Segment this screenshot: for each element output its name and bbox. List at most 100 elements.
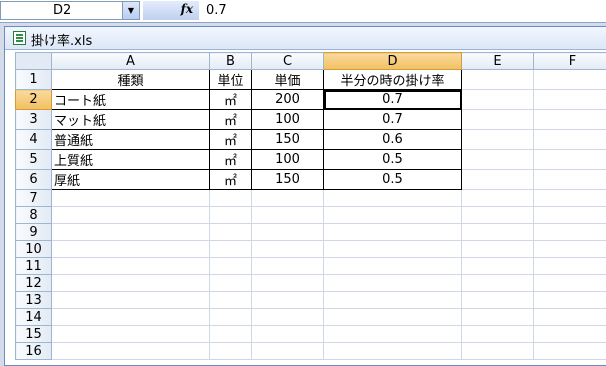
- cell[interactable]: [324, 190, 462, 207]
- cell[interactable]: [534, 190, 606, 207]
- cell-b6[interactable]: ㎡: [210, 170, 252, 190]
- cell[interactable]: [462, 190, 534, 207]
- cell-c5[interactable]: 100: [252, 150, 324, 170]
- cell[interactable]: [252, 258, 324, 275]
- formula-input[interactable]: 0.7: [206, 3, 227, 18]
- cell[interactable]: [52, 309, 210, 326]
- column-header-d[interactable]: D: [324, 53, 462, 70]
- cell[interactable]: [210, 309, 252, 326]
- cell[interactable]: [462, 275, 534, 292]
- cell-e6[interactable]: [462, 170, 534, 190]
- column-header-c[interactable]: C: [252, 53, 324, 70]
- cell[interactable]: [534, 275, 606, 292]
- row-header[interactable]: 1: [16, 70, 52, 90]
- cell-f3[interactable]: [534, 110, 606, 130]
- cell[interactable]: [324, 343, 462, 360]
- cell[interactable]: [534, 258, 606, 275]
- cell[interactable]: [462, 309, 534, 326]
- cell-e5[interactable]: [462, 150, 534, 170]
- cell[interactable]: [210, 207, 252, 224]
- cell[interactable]: [252, 207, 324, 224]
- cell[interactable]: [210, 275, 252, 292]
- cell[interactable]: [52, 224, 210, 241]
- cell[interactable]: [52, 343, 210, 360]
- cell-f4[interactable]: [534, 130, 606, 150]
- cell[interactable]: [52, 190, 210, 207]
- cell-b1[interactable]: 単位: [210, 70, 252, 90]
- cell-e3[interactable]: [462, 110, 534, 130]
- cell[interactable]: [210, 224, 252, 241]
- row-header[interactable]: 6: [16, 170, 52, 190]
- cell[interactable]: [462, 343, 534, 360]
- column-header-e[interactable]: E: [462, 53, 534, 70]
- cell[interactable]: [252, 326, 324, 343]
- cell-d2-active[interactable]: 0.7: [324, 90, 462, 110]
- row-header[interactable]: 5: [16, 150, 52, 170]
- cell-e4[interactable]: [462, 130, 534, 150]
- column-header-f[interactable]: F: [534, 53, 606, 70]
- chevron-down-icon[interactable]: ▼: [122, 2, 139, 19]
- cell[interactable]: [210, 326, 252, 343]
- cell[interactable]: [462, 326, 534, 343]
- cell[interactable]: [534, 224, 606, 241]
- cell-c3[interactable]: 100: [252, 110, 324, 130]
- cell[interactable]: [534, 343, 606, 360]
- cell-c1[interactable]: 単価: [252, 70, 324, 90]
- cell[interactable]: [52, 275, 210, 292]
- cell[interactable]: [462, 241, 534, 258]
- cell-d4[interactable]: 0.6: [324, 130, 462, 150]
- cell-d6[interactable]: 0.5: [324, 170, 462, 190]
- cell[interactable]: [324, 224, 462, 241]
- cell[interactable]: [210, 343, 252, 360]
- cell-d1[interactable]: 半分の時の掛け率: [324, 70, 462, 90]
- cell-a1[interactable]: 種類: [52, 70, 210, 90]
- cell[interactable]: [534, 292, 606, 309]
- cell-a6[interactable]: 厚紙: [52, 170, 210, 190]
- cell[interactable]: [210, 292, 252, 309]
- cell-b2[interactable]: ㎡: [210, 90, 252, 110]
- cell-b4[interactable]: ㎡: [210, 130, 252, 150]
- row-header[interactable]: 7: [16, 190, 52, 207]
- cell[interactable]: [52, 207, 210, 224]
- cell-b5[interactable]: ㎡: [210, 150, 252, 170]
- cell[interactable]: [324, 326, 462, 343]
- cell[interactable]: [534, 326, 606, 343]
- row-header[interactable]: 10: [16, 241, 52, 258]
- cell[interactable]: [462, 292, 534, 309]
- cell-f6[interactable]: [534, 170, 606, 190]
- cell-a5[interactable]: 上質紙: [52, 150, 210, 170]
- row-header[interactable]: 13: [16, 292, 52, 309]
- row-header[interactable]: 15: [16, 326, 52, 343]
- cell[interactable]: [52, 258, 210, 275]
- cell-e2[interactable]: [462, 90, 534, 110]
- cell-a2[interactable]: コート紙: [52, 90, 210, 110]
- cell-c4[interactable]: 150: [252, 130, 324, 150]
- insert-function-button[interactable]: fx: [143, 1, 199, 20]
- cell[interactable]: [210, 241, 252, 258]
- cell[interactable]: [324, 241, 462, 258]
- cell[interactable]: [252, 292, 324, 309]
- cell[interactable]: [252, 343, 324, 360]
- cell-f1[interactable]: [534, 70, 606, 90]
- cell[interactable]: [534, 241, 606, 258]
- row-header[interactable]: 2: [16, 90, 52, 110]
- column-header-b[interactable]: B: [210, 53, 252, 70]
- cell-e1[interactable]: [462, 70, 534, 90]
- cell[interactable]: [252, 275, 324, 292]
- cell[interactable]: [52, 292, 210, 309]
- row-header[interactable]: 16: [16, 343, 52, 360]
- row-header[interactable]: 3: [16, 110, 52, 130]
- column-header-a[interactable]: A: [52, 53, 210, 70]
- cell-d3[interactable]: 0.7: [324, 110, 462, 130]
- cell-d5[interactable]: 0.5: [324, 150, 462, 170]
- select-all-corner[interactable]: [16, 53, 52, 70]
- cell[interactable]: [462, 224, 534, 241]
- cell[interactable]: [52, 241, 210, 258]
- cell-f2[interactable]: [534, 90, 606, 110]
- cell[interactable]: [252, 241, 324, 258]
- cell-b3[interactable]: ㎡: [210, 110, 252, 130]
- cell[interactable]: [252, 309, 324, 326]
- row-header[interactable]: 9: [16, 224, 52, 241]
- cell[interactable]: [462, 207, 534, 224]
- name-box[interactable]: D2 ▼: [0, 1, 140, 20]
